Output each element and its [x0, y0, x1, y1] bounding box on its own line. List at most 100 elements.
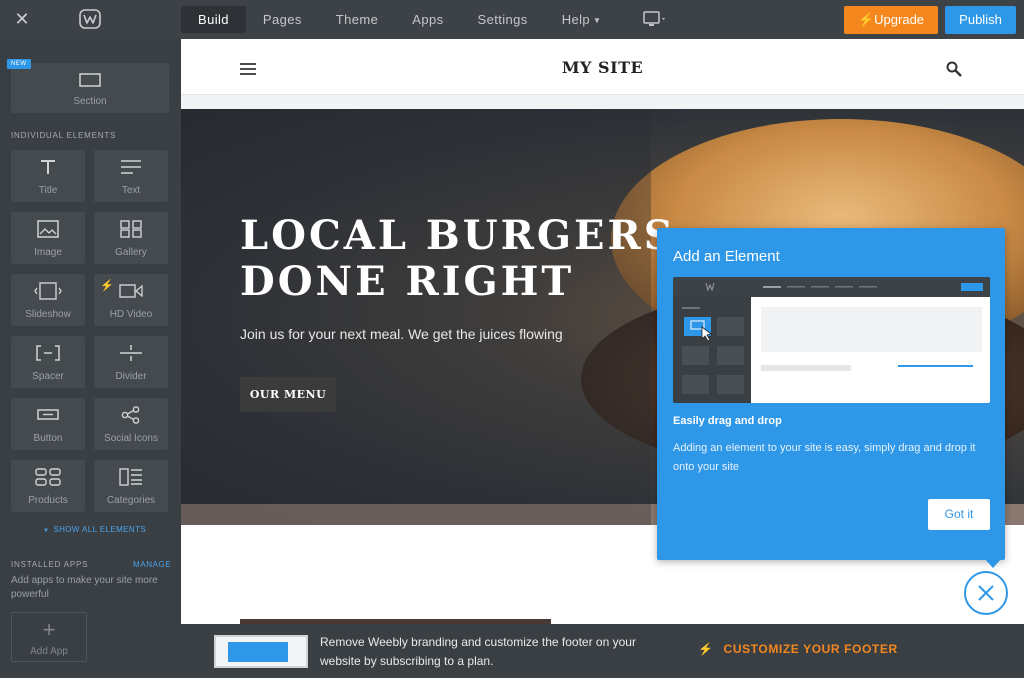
main-nav: Build Pages Theme Apps Settings Help ▼: [181, 6, 618, 33]
installed-apps-heading: INSTALLED APPS: [11, 560, 89, 569]
bolt-icon: ⚡: [698, 642, 714, 656]
element-label: Categories: [106, 495, 156, 506]
bolt-icon: ⚡: [857, 12, 875, 27]
show-all-elements-link[interactable]: ▼ SHOW ALL ELEMENTS: [43, 525, 146, 534]
close-icon[interactable]: ✕: [12, 9, 32, 29]
tab-build-label: Build: [198, 12, 229, 27]
tab-theme-label: Theme: [335, 12, 379, 27]
element-slideshow[interactable]: Slideshow: [11, 274, 85, 326]
tab-pages[interactable]: Pages: [246, 6, 319, 33]
tab-build[interactable]: Build: [181, 6, 246, 33]
individual-elements-heading: INDIVIDUAL ELEMENTS: [11, 131, 117, 140]
element-gallery[interactable]: Gallery: [94, 212, 168, 264]
upgrade-button[interactable]: ⚡Upgrade: [844, 6, 938, 34]
footer-upgrade-bar: Remove Weebly branding and customize the…: [181, 624, 1024, 678]
products-icon: [35, 468, 61, 486]
hero-subtitle[interactable]: Join us for your next meal. We get the j…: [240, 326, 563, 342]
show-all-label: SHOW ALL ELEMENTS: [53, 525, 147, 534]
footer-thumbnail-bar: [228, 642, 288, 662]
popover-title: Add an Element: [673, 248, 780, 265]
element-categories[interactable]: Categories: [94, 460, 168, 512]
top-bar: ✕ Build Pages Theme Apps Settings Help ▼ …: [0, 0, 1024, 39]
element-spacer[interactable]: Spacer: [11, 336, 85, 388]
customize-footer-link[interactable]: ⚡ CUSTOMIZE YOUR FOOTER: [698, 642, 898, 656]
text-icon: [121, 160, 141, 174]
hero-title-line2: DONE RIGHT: [240, 258, 575, 305]
video-icon: [119, 284, 143, 298]
new-badge: NEW: [7, 59, 31, 69]
element-label: Divider: [115, 371, 147, 382]
popover-heading: Easily drag and drop: [673, 415, 782, 427]
close-tooltip-button[interactable]: [964, 571, 1008, 615]
element-label: Title: [38, 185, 58, 196]
tab-settings-label: Settings: [477, 12, 528, 27]
customize-footer-label: CUSTOMIZE YOUR FOOTER: [723, 642, 898, 656]
upgrade-label: Upgrade: [874, 12, 925, 27]
divider-icon: [120, 345, 142, 361]
tab-theme[interactable]: Theme: [319, 6, 395, 33]
tab-settings[interactable]: Settings: [461, 6, 545, 33]
device-preview-icon[interactable]: [642, 10, 668, 30]
gallery-icon: [120, 220, 142, 238]
add-app-label: Add App: [30, 646, 68, 657]
our-menu-button[interactable]: OUR MENU: [240, 377, 336, 412]
tab-help[interactable]: Help ▼: [545, 6, 619, 33]
chevron-down-icon: ▼: [593, 16, 602, 25]
button-icon: [37, 409, 59, 420]
element-text[interactable]: Text: [94, 150, 168, 202]
section-icon: [79, 73, 101, 87]
element-label: Products: [28, 495, 68, 506]
element-label: Slideshow: [25, 309, 71, 320]
header-divider: [181, 94, 1024, 109]
plus-icon: +: [42, 617, 56, 642]
spacer-icon: [36, 345, 60, 361]
element-label: Text: [121, 185, 141, 196]
manage-apps-link[interactable]: MANAGE: [133, 560, 171, 569]
tab-apps[interactable]: Apps: [395, 6, 460, 33]
drag-drop-illustration: [673, 277, 990, 403]
element-products[interactable]: Products: [11, 460, 85, 512]
tab-help-label: Help: [561, 12, 591, 27]
footer-thumbnail: [214, 635, 308, 668]
element-label: Section: [73, 96, 107, 107]
got-it-button[interactable]: Got it: [928, 499, 990, 530]
element-label: Gallery: [115, 247, 147, 258]
categories-icon: [119, 468, 142, 486]
search-icon[interactable]: [946, 61, 962, 77]
add-app-button[interactable]: + Add App: [11, 612, 87, 662]
tab-apps-label: Apps: [412, 12, 444, 27]
element-image[interactable]: Image: [11, 212, 85, 264]
share-icon: [121, 406, 140, 424]
element-hd-video[interactable]: ⚡ HD Video: [94, 274, 168, 326]
element-title[interactable]: Title: [11, 150, 85, 202]
element-social-icons[interactable]: Social Icons: [94, 398, 168, 450]
popover-body: Adding an element to your site is easy, …: [673, 442, 976, 473]
hero-title[interactable]: LOCAL BURGERS DONE RIGHT: [240, 213, 676, 305]
element-label: Button: [33, 433, 63, 444]
apps-description: Add apps to make your site more powerful: [11, 575, 158, 600]
publish-label: Publish: [959, 12, 1002, 27]
site-header: MY SITE: [181, 39, 1024, 94]
add-element-popover: Add an Element Easily drag and drop Addi…: [657, 228, 1005, 568]
publish-button[interactable]: Publish: [945, 6, 1016, 34]
elements-sidebar: Section NEW INDIVIDUAL ELEMENTS Title Te…: [0, 39, 181, 678]
site-title[interactable]: MY SITE: [181, 58, 1024, 77]
element-label: Spacer: [32, 371, 64, 382]
element-divider[interactable]: Divider: [94, 336, 168, 388]
hero-title-line1: LOCAL BURGERS: [240, 212, 676, 259]
bolt-icon: ⚡: [100, 280, 114, 292]
element-section[interactable]: Section: [11, 63, 169, 113]
element-label: HD Video: [109, 309, 153, 320]
element-label: Image: [34, 247, 62, 258]
element-button[interactable]: Button: [11, 398, 85, 450]
slideshow-icon: [34, 282, 62, 300]
close-icon: [978, 585, 994, 601]
tab-pages-label: Pages: [262, 12, 302, 27]
title-icon: [41, 160, 55, 174]
weebly-logo[interactable]: [79, 8, 101, 30]
footer-message: Remove Weebly branding and customize the…: [320, 635, 636, 668]
chevron-down-icon: ▼: [43, 528, 50, 534]
image-icon: [37, 220, 59, 238]
element-label: Social Icons: [104, 433, 158, 444]
popover-arrow: [984, 558, 1002, 568]
